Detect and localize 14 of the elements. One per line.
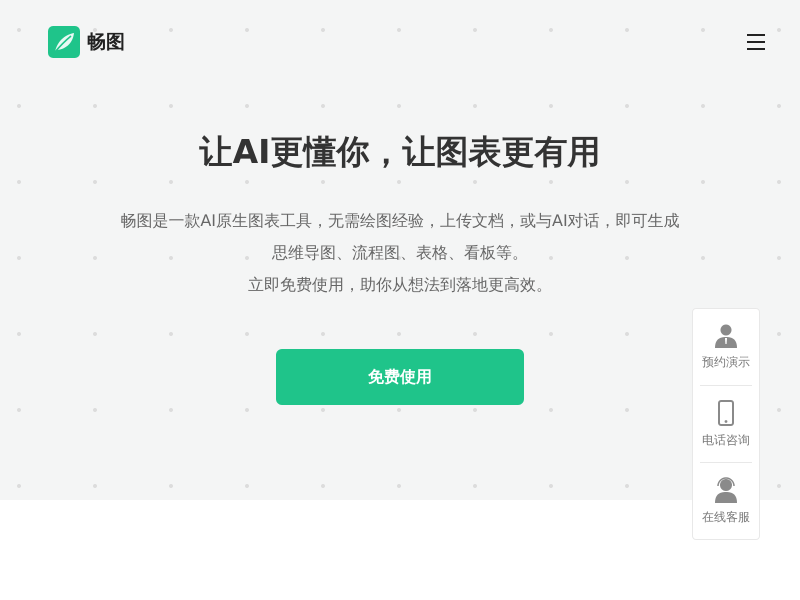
description-text: 立即免费使用，助你从想法到落地更高效。 — [248, 274, 552, 296]
phone-icon[interactable] — [718, 400, 734, 426]
hero-title: 让AI更懂你，让图表更有用 — [200, 131, 600, 173]
leaf-logo-icon — [48, 26, 80, 58]
side-link[interactable]: 电话咨询 — [702, 432, 750, 448]
side-link[interactable]: 在线客服 — [702, 508, 750, 526]
free-trial-button[interactable]: 免费使用 — [276, 349, 524, 405]
description-text: 畅图是一款AI原生图表工具，无需绘图经验，上传文档，或与AI对话，即可生成 — [120, 210, 680, 232]
menu-icon[interactable] — [746, 32, 766, 52]
side-link[interactable]: 预约演示 — [702, 354, 750, 370]
description-text: 思维导图、流程图、表格、看板等。 — [272, 242, 528, 264]
logo-text[interactable]: 畅图 — [87, 29, 125, 55]
headset-person-icon[interactable] — [714, 476, 738, 502]
person-icon[interactable] — [715, 324, 737, 348]
